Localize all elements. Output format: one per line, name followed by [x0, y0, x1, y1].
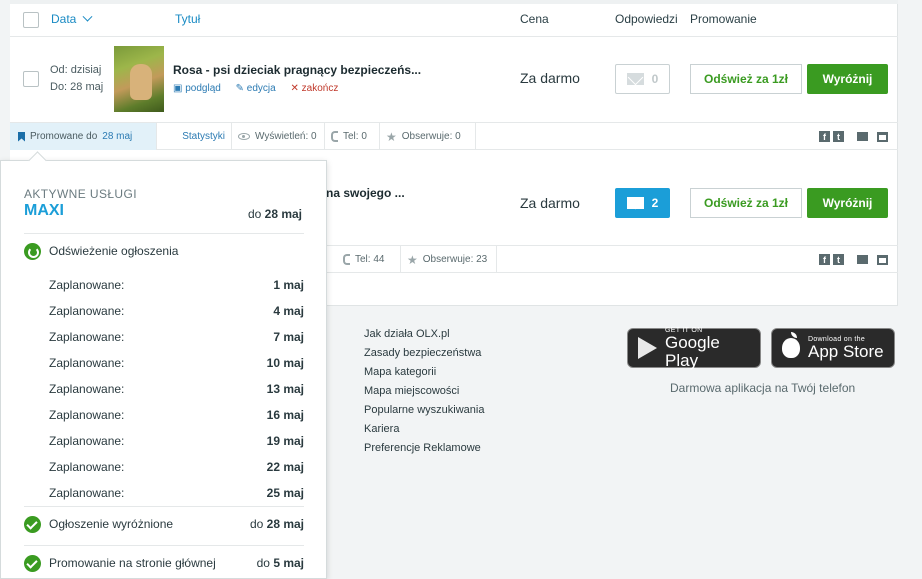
feature-button[interactable]: Wyróżnij: [807, 64, 888, 94]
ad-title[interactable]: Rosa - psi dzieciak pragnący bezpieczeńs…: [173, 63, 421, 77]
phone-stat: Tel: 0: [325, 123, 380, 150]
google-play-icon: [638, 337, 657, 359]
schedule-item: Zaplanowane: 10 maj: [49, 356, 304, 370]
schedule-item: Zaplanowane: 22 maj: [49, 460, 304, 474]
share-icons: f t: [819, 131, 888, 142]
facebook-icon[interactable]: f: [819, 131, 830, 142]
refresh-icon: [24, 242, 41, 260]
package-name: MAXI: [24, 202, 64, 219]
check-icon: [24, 515, 41, 533]
check-icon: [24, 554, 41, 572]
promoted-tab[interactable]: Promowane do 28 maj: [10, 123, 157, 150]
star-icon: ★: [386, 129, 397, 144]
printer-icon[interactable]: [857, 255, 868, 264]
printer-icon[interactable]: [857, 132, 868, 141]
schedule-item: Zaplanowane: 4 maj: [49, 304, 304, 318]
ad-stats-bar: Promowane do 28 maj Statystyki Wyświetleń…: [10, 122, 898, 150]
divider: [24, 506, 304, 507]
package-until: do 28 maj: [247, 207, 302, 221]
bookmark-icon: [18, 131, 25, 142]
divider: [24, 545, 304, 546]
phone-stat: Tel: 44: [337, 246, 401, 273]
footer-link[interactable]: Kariera: [364, 420, 484, 439]
twitter-icon[interactable]: t: [833, 131, 844, 142]
footer-links: Jak działa OLX.pl Zasady bezpieczeństwa …: [364, 325, 484, 458]
ad-title[interactable]: na swojego ...: [326, 186, 405, 200]
watching-stat: ★ Obserwuje: 23: [401, 246, 497, 273]
featured-service: Ogłoszenie wyróżnione do 28 maj: [24, 514, 304, 534]
sort-by-date[interactable]: Data: [51, 11, 93, 26]
feature-button[interactable]: Wyróżnij: [807, 188, 888, 218]
active-services-popup: AKTYWNE USŁUGI MAXI do 28 maj Odświeżeni…: [0, 160, 327, 579]
star-icon: ★: [407, 252, 418, 267]
phone-icon: [343, 254, 350, 265]
apple-icon: [782, 332, 800, 358]
ad-price: Za darmo: [520, 70, 580, 86]
footer-link[interactable]: Mapa miejscowości: [364, 382, 484, 401]
popup-label: AKTYWNE USŁUGI: [24, 187, 137, 201]
header-title[interactable]: Tytuł: [175, 12, 200, 26]
eye-icon: [238, 133, 250, 140]
responses-button[interactable]: 2: [615, 188, 670, 218]
envelope-icon: [626, 197, 644, 209]
export-icon[interactable]: [877, 131, 888, 142]
homepage-service: Promowanie na stronie głównej do 5 maj: [24, 553, 304, 573]
envelope-icon: [626, 73, 644, 85]
app-caption: Darmowa aplikacja na Twój telefon: [670, 381, 856, 395]
footer-link[interactable]: Popularne wyszukiwania: [364, 401, 484, 420]
ad-dates: Od: dzisiaj Do: 28 maj: [50, 64, 104, 93]
schedule-item: Zaplanowane: 16 maj: [49, 408, 304, 422]
schedule-item: Zaplanowane: 19 maj: [49, 434, 304, 448]
footer-link[interactable]: Jak działa OLX.pl: [364, 325, 484, 344]
ad-checkbox[interactable]: [23, 71, 39, 87]
ad-row: Od: dzisiaj Do: 28 maj Rosa - psi dzieci…: [10, 37, 898, 122]
end-link[interactable]: ✕ zakończ: [290, 83, 344, 94]
twitter-icon[interactable]: t: [833, 254, 844, 265]
ad-links: ▣ podgląd ✎ edycja ✕ zakończ: [173, 83, 350, 94]
chevron-down-icon: [82, 11, 93, 22]
divider: [24, 233, 304, 234]
preview-link[interactable]: ▣ podgląd: [173, 83, 227, 94]
refresh-service: Odświeżenie ogłoszenia: [24, 241, 304, 261]
ad-thumbnail[interactable]: [114, 46, 164, 112]
responses-button[interactable]: 0: [615, 64, 670, 94]
schedule-item: Zaplanowane: 7 maj: [49, 330, 304, 344]
stats-link[interactable]: Statystyki: [157, 123, 232, 150]
footer-link[interactable]: Mapa kategorii: [364, 363, 484, 382]
header-responses: Odpowiedzi: [615, 12, 678, 26]
footer-link[interactable]: Zasady bezpieczeństwa: [364, 344, 484, 363]
refresh-button[interactable]: Odśwież za 1zł: [690, 188, 802, 218]
google-play-badge[interactable]: GET IT ON Google Play: [627, 327, 761, 369]
edit-link[interactable]: ✎ edycja: [236, 83, 282, 94]
facebook-icon[interactable]: f: [819, 254, 830, 265]
ad-price: Za darmo: [520, 195, 580, 211]
select-all-checkbox[interactable]: [23, 12, 39, 28]
watching-stat: ★ Obserwuje: 0: [380, 123, 476, 150]
schedule-item: Zaplanowane: 13 maj: [49, 382, 304, 396]
header-price: Cena: [520, 12, 549, 26]
refresh-button[interactable]: Odśwież za 1zł: [690, 64, 802, 94]
table-header: Data Tytuł Cena Odpowiedzi Promowanie: [10, 0, 898, 37]
schedule-item: Zaplanowane: 1 maj: [49, 278, 304, 292]
share-icons: f t: [819, 254, 888, 265]
export-icon[interactable]: [877, 254, 888, 265]
phone-icon: [331, 131, 338, 142]
app-store-badge[interactable]: Download on the App Store: [771, 328, 895, 368]
schedule-item: Zaplanowane: 25 maj: [49, 486, 304, 500]
views-stat: Wyświetleń: 0: [232, 123, 325, 150]
footer-link[interactable]: Preferencje Reklamowe: [364, 439, 484, 458]
header-promotion: Promowanie: [690, 12, 757, 26]
